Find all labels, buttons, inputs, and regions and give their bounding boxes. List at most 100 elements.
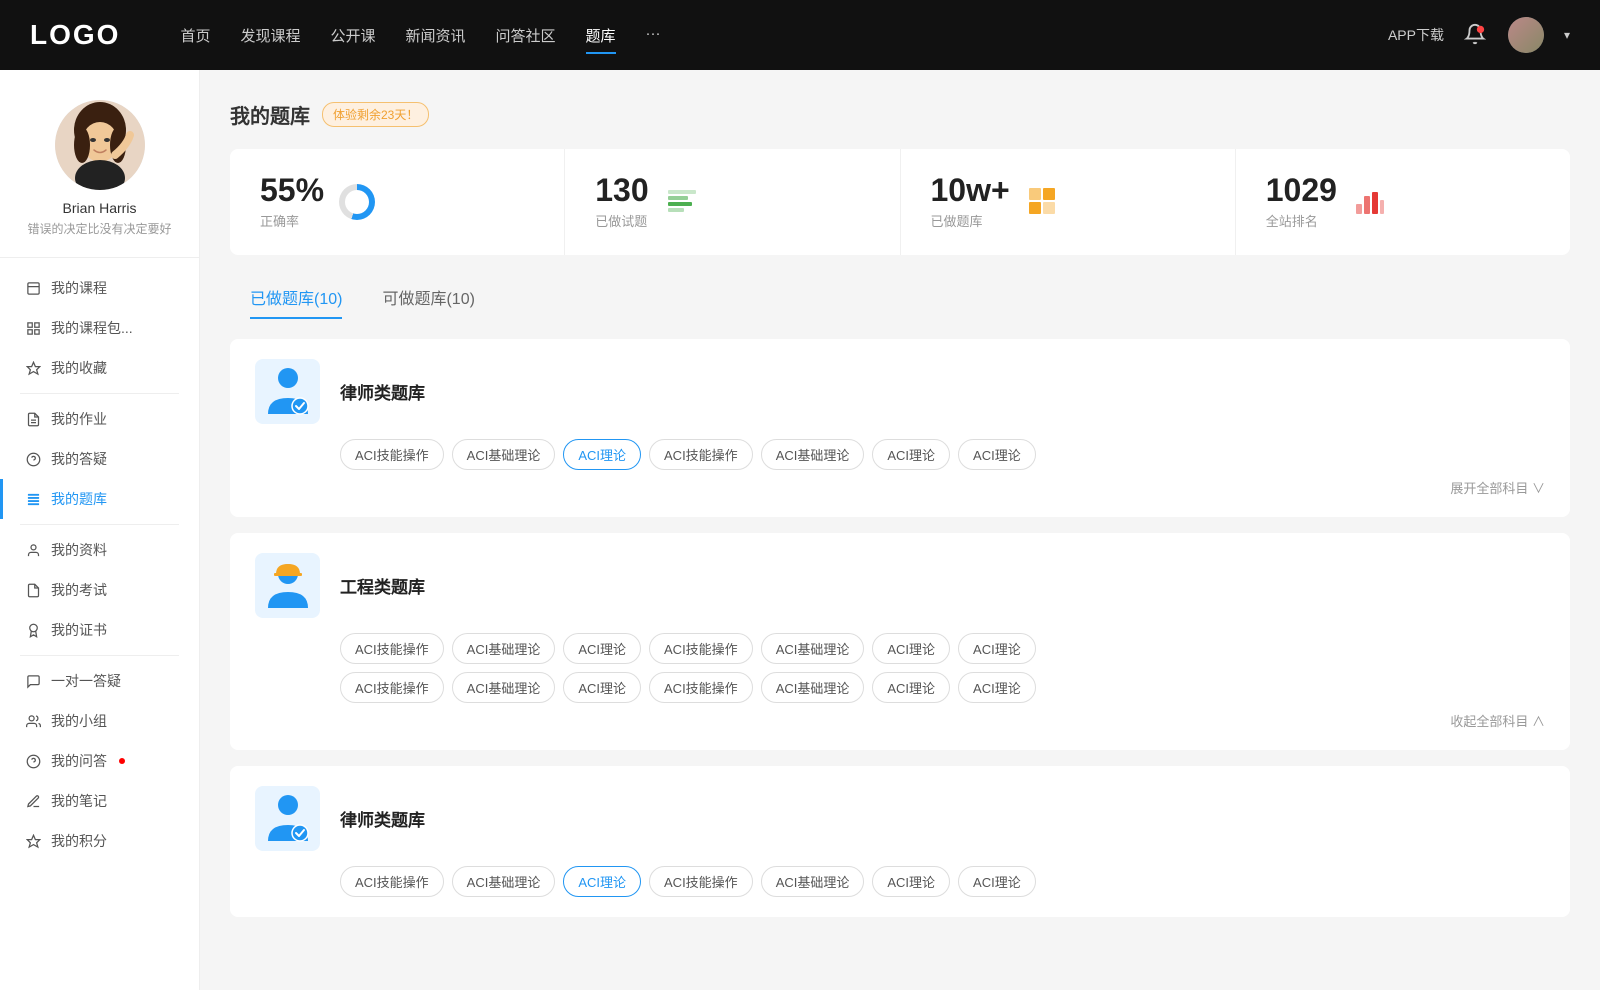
stat-rank-label: 全站排名 (1266, 211, 1337, 230)
nav-more[interactable]: ··· (646, 21, 661, 50)
sidebar-item-group[interactable]: 我的小组 (0, 701, 199, 741)
expand-link-1[interactable]: 展开全部科目 ∨ (255, 478, 1545, 497)
star-icon (25, 360, 41, 376)
tag-2-r2-5[interactable]: ACI理论 (872, 672, 950, 703)
tag-3-3[interactable]: ACI技能操作 (649, 866, 753, 897)
stats-row: 55% 正确率 130 已做试题 (230, 149, 1570, 255)
sidebar-label-questions: 我的答疑 (51, 449, 107, 469)
stat-done-q-value: 130 (595, 174, 648, 206)
profile-name: Brian Harris (20, 200, 179, 216)
app-download-button[interactable]: APP下载 (1388, 25, 1444, 45)
qbank-tags-2-row2: ACI技能操作 ACI基础理论 ACI理论 ACI技能操作 ACI基础理论 AC… (340, 672, 1545, 703)
sidebar-item-points[interactable]: 我的积分 (0, 821, 199, 861)
sidebar-item-profile[interactable]: 我的资料 (0, 530, 199, 570)
tag-2-r1-0[interactable]: ACI技能操作 (340, 633, 444, 664)
cert-icon (25, 622, 41, 638)
page-header: 我的题库 体验剩余23天！ (230, 100, 1570, 129)
tag-3-6[interactable]: ACI理论 (958, 866, 1036, 897)
sidebar-divider-1 (20, 393, 179, 394)
sidebar-item-favorites[interactable]: 我的收藏 (0, 348, 199, 388)
layout: Brian Harris 错误的决定比没有决定要好 我的课程 我的课程包... (0, 0, 1600, 990)
sidebar-label-exam: 我的考试 (51, 580, 107, 600)
tag-1-2[interactable]: ACI理论 (563, 439, 641, 470)
tag-2-r2-3[interactable]: ACI技能操作 (649, 672, 753, 703)
sidebar-divider-3 (20, 655, 179, 656)
sidebar-item-my-courses[interactable]: 我的课程 (0, 268, 199, 308)
tag-1-3[interactable]: ACI技能操作 (649, 439, 753, 470)
sidebar-item-questions[interactable]: 我的答疑 (0, 439, 199, 479)
tag-3-5[interactable]: ACI理论 (872, 866, 950, 897)
sidebar-label-course-packages: 我的课程包... (51, 318, 133, 338)
notification-bell-icon[interactable] (1464, 23, 1488, 47)
collapse-link-2[interactable]: 收起全部科目 ∧ (255, 711, 1545, 730)
nav-discover[interactable]: 发现课程 (240, 21, 300, 50)
stat-accuracy-value: 55% (260, 174, 324, 206)
tab-available[interactable]: 可做题库(10) (362, 275, 494, 319)
tag-1-5[interactable]: ACI理论 (872, 439, 950, 470)
logo[interactable]: LOGO (30, 19, 120, 51)
sidebar-item-cert[interactable]: 我的证书 (0, 610, 199, 650)
nav-qa[interactable]: 问答社区 (496, 21, 556, 50)
tag-2-r2-0[interactable]: ACI技能操作 (340, 672, 444, 703)
sidebar-label-cert: 我的证书 (51, 620, 107, 640)
tag-1-4[interactable]: ACI基础理论 (761, 439, 865, 470)
sidebar-label-notes: 我的笔记 (51, 791, 107, 811)
tag-2-r1-4[interactable]: ACI基础理论 (761, 633, 865, 664)
tag-2-r1-6[interactable]: ACI理论 (958, 633, 1036, 664)
sidebar-label-qbank: 我的题库 (51, 489, 107, 509)
tag-1-1[interactable]: ACI基础理论 (452, 439, 556, 470)
sidebar-label-points: 我的积分 (51, 831, 107, 851)
sidebar-label-group: 我的小组 (51, 711, 107, 731)
chevron-down-icon[interactable]: ▾ (1564, 28, 1570, 42)
main-content: 我的题库 体验剩余23天！ 55% 正确率 130 已做试题 (200, 70, 1600, 990)
tab-done[interactable]: 已做题库(10) (230, 275, 362, 319)
tag-1-0[interactable]: ACI技能操作 (340, 439, 444, 470)
tag-1-6[interactable]: ACI理论 (958, 439, 1036, 470)
tag-3-1[interactable]: ACI基础理论 (452, 866, 556, 897)
nav-opencourse[interactable]: 公开课 (330, 21, 375, 50)
stat-done-b-value: 10w+ (931, 174, 1010, 206)
tag-3-4[interactable]: ACI基础理论 (761, 866, 865, 897)
tag-2-r2-6[interactable]: ACI理论 (958, 672, 1036, 703)
sidebar-item-exam[interactable]: 我的考试 (0, 570, 199, 610)
stat-rank: 1029 全站排名 (1236, 149, 1570, 255)
question-icon (25, 451, 41, 467)
tag-2-r2-2[interactable]: ACI理论 (563, 672, 641, 703)
sidebar-menu: 我的课程 我的课程包... 我的收藏 我的作业 (0, 258, 199, 871)
sidebar-label-myqa: 我的问答 (51, 751, 107, 771)
tag-3-0[interactable]: ACI技能操作 (340, 866, 444, 897)
tag-2-r1-1[interactable]: ACI基础理论 (452, 633, 556, 664)
package-icon (25, 320, 41, 336)
header-right: APP下载 ▾ (1388, 17, 1570, 53)
sidebar: Brian Harris 错误的决定比没有决定要好 我的课程 我的课程包... (0, 70, 200, 990)
sidebar-divider-2 (20, 524, 179, 525)
sidebar-item-homework[interactable]: 我的作业 (0, 399, 199, 439)
tag-2-r1-3[interactable]: ACI技能操作 (649, 633, 753, 664)
tag-2-r2-4[interactable]: ACI基础理论 (761, 672, 865, 703)
tag-2-r1-2[interactable]: ACI理论 (563, 633, 641, 664)
tag-3-2[interactable]: ACI理论 (563, 866, 641, 897)
tag-2-r1-5[interactable]: ACI理论 (872, 633, 950, 664)
stat-done-questions: 130 已做试题 (565, 149, 900, 255)
tag-2-r2-1[interactable]: ACI基础理论 (452, 672, 556, 703)
nav-news[interactable]: 新闻资讯 (406, 21, 466, 50)
main-nav: 首页 发现课程 公开课 新闻资讯 问答社区 题库 ··· (180, 21, 1388, 50)
sidebar-label-homework: 我的作业 (51, 409, 107, 429)
sidebar-item-myqa[interactable]: 我的问答 (0, 741, 199, 781)
stat-done-banks: 10w+ 已做题库 (901, 149, 1236, 255)
accuracy-chart-icon (339, 184, 375, 220)
group-icon (25, 713, 41, 729)
course-icon (25, 280, 41, 296)
nav-qbank[interactable]: 题库 (586, 21, 616, 50)
qbank-tags-2-row1: ACI技能操作 ACI基础理论 ACI理论 ACI技能操作 ACI基础理论 AC… (340, 633, 1545, 664)
sidebar-label-profile: 我的资料 (51, 540, 107, 560)
qbank-title-2: 工程类题库 (340, 573, 425, 598)
sidebar-item-course-packages[interactable]: 我的课程包... (0, 308, 199, 348)
sidebar-item-1on1[interactable]: 一对一答疑 (0, 661, 199, 701)
sidebar-item-notes[interactable]: 我的笔记 (0, 781, 199, 821)
sidebar-item-qbank[interactable]: 我的题库 (0, 479, 199, 519)
sidebar-label-my-courses: 我的课程 (51, 278, 107, 298)
profile-icon (25, 542, 41, 558)
nav-home[interactable]: 首页 (180, 21, 210, 50)
avatar[interactable] (1508, 17, 1544, 53)
